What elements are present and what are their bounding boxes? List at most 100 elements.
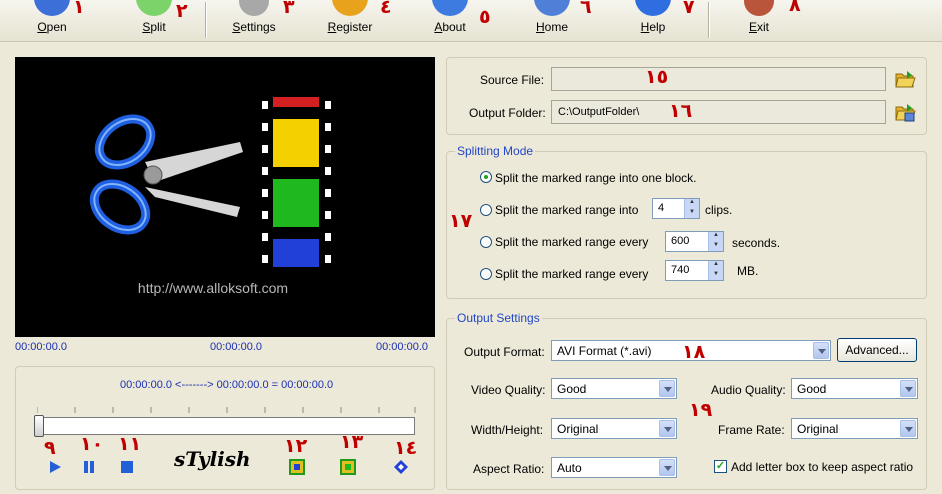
seconds-stepper[interactable]: 600 (665, 231, 724, 252)
settings-icon (239, 0, 269, 16)
radio-one-block[interactable] (480, 171, 492, 183)
audio-quality-select[interactable]: Good (791, 378, 918, 399)
output-settings-panel: Output Settings Output Format: AVI Forma… (446, 311, 927, 490)
annotation-15: ١٥ (645, 66, 669, 88)
radio-into-clips[interactable] (480, 204, 492, 216)
split-icon (136, 0, 172, 16)
browse-source-icon[interactable] (894, 68, 916, 90)
home-label: Home (535, 20, 568, 34)
video-quality-value: Good (557, 382, 587, 396)
source-file-field[interactable] (551, 67, 886, 91)
help-icon (635, 0, 671, 16)
frame-rate-value: Original (797, 422, 839, 436)
annotation-2: ٢ (176, 0, 188, 22)
time-start: 00:00:00.0 (15, 341, 67, 353)
open-folder-icon (34, 0, 70, 16)
splitting-mode-legend: Splitting Mode (455, 144, 536, 158)
time-end: 00:00:00.0 (376, 341, 428, 353)
output-folder-label: Output Folder: (469, 106, 546, 120)
play-icon[interactable] (48, 460, 62, 474)
chevron-down-icon[interactable] (900, 420, 916, 437)
stepper-arrows-icon[interactable] (708, 232, 723, 251)
output-format-label: Output Format: (464, 345, 545, 359)
annotation-17: ١٧ (449, 210, 473, 232)
goto-mark-icon[interactable] (393, 459, 409, 475)
option-one-block-label: Split the marked range into one block. (495, 171, 697, 185)
annotation-10: ١٠ (80, 433, 104, 455)
radio-every-mb[interactable] (480, 268, 492, 280)
about-info-icon (432, 0, 468, 16)
exit-label: Exit (748, 20, 769, 34)
stepper-arrows-icon[interactable] (708, 261, 723, 280)
annotation-9: ٩ (44, 437, 56, 459)
output-folder-field[interactable]: C:\OutputFolder\ (551, 100, 886, 124)
letterbox-checkbox[interactable]: ✓ (714, 460, 727, 473)
home-globe-icon (534, 0, 570, 16)
annotation-6: ٦ (580, 0, 592, 18)
annotation-13: ١٣ (340, 431, 364, 453)
settings-button[interactable]: Settings (224, 0, 284, 42)
output-settings-legend: Output Settings (455, 311, 542, 325)
option-into-clips-label: Split the marked range into (495, 203, 639, 217)
advanced-button[interactable]: Advanced... (837, 338, 917, 362)
about-button[interactable]: About (420, 0, 480, 42)
chevron-down-icon[interactable] (900, 380, 916, 397)
video-quality-select[interactable]: Good (551, 378, 677, 399)
split-label: Split (142, 20, 166, 34)
register-label: Register (327, 20, 373, 34)
audio-quality-label: Audio Quality: (711, 383, 786, 397)
chevron-down-icon[interactable] (659, 380, 675, 397)
radio-every-seconds[interactable] (480, 236, 492, 248)
mb-value: 740 (671, 264, 690, 276)
letterbox-label: Add letter box to keep aspect ratio (731, 460, 914, 474)
width-height-label: Width/Height: (471, 423, 544, 437)
pause-icon[interactable] (82, 460, 96, 474)
annotation-7: ٧ (683, 0, 695, 18)
stepper-arrows-icon[interactable] (684, 199, 699, 218)
exit-button[interactable]: Exit (729, 0, 789, 42)
width-height-value: Original (557, 422, 599, 436)
option-every-mb-label: Split the marked range every (495, 267, 649, 281)
exit-door-icon (744, 0, 774, 16)
stop-icon[interactable] (120, 460, 134, 474)
register-key-icon (332, 0, 368, 16)
alloksoft-logo-icon: http://www.alloksoft.com (89, 97, 332, 296)
mb-stepper[interactable]: 740 (665, 260, 724, 281)
chevron-down-icon[interactable] (659, 420, 675, 437)
annotation-4: ٤ (380, 0, 392, 18)
file-panel: Source File: Output Folder: C:\OutputFol… (446, 57, 927, 135)
home-button[interactable]: Home (522, 0, 582, 42)
preview-url-text: http://www.alloksoft.com (138, 280, 288, 296)
frame-rate-label: Frame Rate: (718, 423, 785, 437)
slider-thumb[interactable] (34, 415, 44, 437)
aspect-ratio-select[interactable]: Auto (551, 457, 677, 478)
frame-rate-select[interactable]: Original (791, 418, 918, 439)
toolbar-separator (708, 2, 710, 38)
mb-unit-label: MB. (737, 264, 759, 278)
annotation-8: ٨ (789, 0, 801, 16)
chevron-down-icon[interactable] (813, 342, 829, 359)
clips-count-stepper[interactable]: 4 (652, 198, 700, 219)
range-text: 00:00:00.0 <-------> 00:00:00.0 = 00:00:… (120, 379, 334, 391)
time-current: 00:00:00.0 (210, 341, 262, 353)
clips-count-value: 4 (658, 202, 665, 214)
aspect-ratio-label: Aspect Ratio: (473, 462, 545, 476)
help-button[interactable]: Help (623, 0, 683, 42)
seconds-unit-label: seconds. (732, 236, 781, 250)
timeline-ticks (37, 407, 416, 413)
video-preview: http://www.alloksoft.com (15, 57, 435, 337)
annotation-19: ١٩ (689, 399, 713, 421)
annotation-16: ١٦ (669, 100, 693, 122)
playback-panel: 00:00:00.0 <-------> 00:00:00.0 = 00:00:… (15, 366, 435, 490)
chevron-down-icon[interactable] (659, 459, 675, 476)
mark-in-icon[interactable] (289, 459, 305, 475)
help-label: Help (640, 20, 666, 34)
mark-out-icon[interactable] (340, 459, 356, 475)
browse-output-icon[interactable] (894, 101, 916, 123)
annotation-1: ١ (73, 0, 85, 18)
toolbar: Open ١ Split ٢ Settings ٣ Register ٤ Abo… (0, 0, 942, 42)
register-button[interactable]: Register (318, 0, 382, 42)
split-button[interactable]: Split (124, 0, 184, 42)
annotation-5: ٥ (479, 6, 491, 28)
width-height-select[interactable]: Original (551, 418, 677, 439)
